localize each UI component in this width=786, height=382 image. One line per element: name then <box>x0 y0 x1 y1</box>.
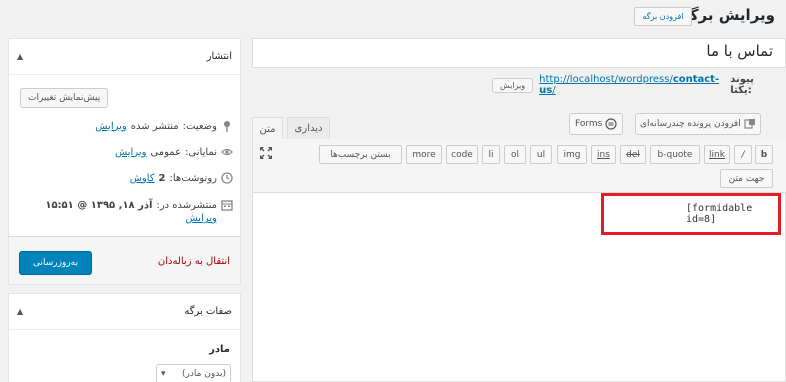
page-attributes-header[interactable]: صفات برگه ▲ <box>9 294 240 330</box>
publish-box-title: انتشار <box>206 51 232 62</box>
pin-icon <box>221 120 233 132</box>
qt-ul-button[interactable]: ul <box>530 145 552 164</box>
media-icon <box>744 118 756 130</box>
tab-text[interactable]: متن <box>252 117 283 140</box>
permalink-edit-button[interactable]: ویرایش <box>492 77 534 93</box>
permalink-url-suffix: / <box>552 85 556 96</box>
published-row: منتشرشده در: آذر ۱۸, ۱۳۹۵ @ ۱۵:۵۱ ویرایش <box>18 199 233 224</box>
forms-icon <box>605 118 617 130</box>
add-new-page-button[interactable]: افزودن برگه <box>634 7 692 26</box>
preview-changes-button[interactable]: پیش‌نمایش تغییرات <box>20 88 109 108</box>
revisions-browse-link[interactable]: کاوش <box>130 173 155 184</box>
qt-link-button[interactable]: link <box>704 145 730 164</box>
parent-select[interactable]: (بدون مادر) ▾ <box>156 364 231 382</box>
permalink-url[interactable]: http://localhost/wordpress/contact-us/ <box>539 74 724 96</box>
qt-bold-button[interactable]: b <box>755 145 773 164</box>
published-date: آذر ۱۸, ۱۳۹۵ @ ۱۵:۵۱ <box>45 199 153 211</box>
permalink-row: پیوند یکتا: http://localhost/wordpress/c… <box>492 74 776 96</box>
qt-ol-button[interactable]: ol <box>504 145 526 164</box>
post-title-input[interactable]: تماس با ما <box>252 38 786 68</box>
qt-text-direction-button[interactable]: جهت متن <box>720 169 773 188</box>
revisions-row: رونوشت‌ها: 2 کاوش <box>130 172 233 184</box>
permalink-label: پیوند یکتا: <box>730 74 754 96</box>
qt-code-button[interactable]: code <box>446 145 478 164</box>
publish-box: انتشار ▲ پیش‌نمایش تغییرات وضعیت: منتشر … <box>8 38 241 285</box>
chevron-down-icon: ▾ <box>161 369 166 379</box>
add-media-button[interactable]: افزودن پرونده چندرسانه‌ای <box>635 113 761 135</box>
qt-close-tags-button[interactable]: بستن برچسب‌ها <box>319 145 402 164</box>
status-edit-link[interactable]: ویرایش <box>95 121 126 132</box>
visibility-label: نمایانی: <box>185 146 217 158</box>
eye-icon <box>221 146 233 158</box>
forms-button[interactable]: Forms <box>569 113 624 135</box>
collapse-up-icon[interactable]: ▲ <box>17 52 23 61</box>
qt-li-button[interactable]: li <box>482 145 500 164</box>
publish-box-header[interactable]: انتشار ▲ <box>9 39 240 75</box>
qt-more-button[interactable]: more <box>406 145 442 164</box>
tab-visual[interactable]: دیداری <box>287 117 330 139</box>
published-edit-link[interactable]: ویرایش <box>18 213 233 224</box>
qt-blockquote-button[interactable]: b-quote <box>650 145 700 164</box>
move-to-trash-link[interactable]: انتقال به زباله‌دان <box>158 256 230 267</box>
parent-select-value: (بدون مادر) <box>182 369 226 379</box>
visibility-row: نمایانی: عمومی ویرایش <box>115 146 233 158</box>
update-button[interactable]: به‌روزرسانی <box>19 251 92 275</box>
history-icon <box>221 172 233 184</box>
revisions-count: 2 <box>158 172 166 184</box>
visibility-edit-link[interactable]: ویرایش <box>115 147 146 158</box>
revisions-label: رونوشت‌ها: <box>169 172 218 184</box>
major-publishing-actions: به‌روزرسانی انتقال به زباله‌دان <box>9 236 240 284</box>
page-attributes-title: صفات برگه <box>184 306 232 317</box>
calendar-icon <box>221 199 233 211</box>
add-media-label: افزودن پرونده چندرسانه‌ای <box>640 119 741 129</box>
published-label: منتشرشده در: <box>156 199 217 211</box>
page-attributes-box: صفات برگه ▲ مادر (بدون مادر) ▾ <box>8 293 241 382</box>
page-title: ویرایش برگه <box>680 6 775 24</box>
visibility-value: عمومی <box>150 146 182 158</box>
parent-label: مادر <box>209 344 230 355</box>
qt-italic-button[interactable]: / <box>734 145 752 164</box>
status-row: وضعیت: منتشر شده ویرایش <box>95 120 233 132</box>
qt-img-button[interactable]: img <box>557 145 587 164</box>
status-value: منتشر شده <box>130 120 179 132</box>
qt-ins-button[interactable]: ins <box>591 145 616 164</box>
forms-label: Forms <box>575 119 603 129</box>
collapse-up-icon[interactable]: ▲ <box>17 307 23 316</box>
highlight-box <box>601 193 781 235</box>
fullscreen-icon[interactable] <box>259 146 273 160</box>
permalink-url-prefix: http://localhost/wordpress/ <box>539 74 673 85</box>
status-label: وضعیت: <box>182 120 217 132</box>
qt-del-button[interactable]: del <box>620 145 646 164</box>
